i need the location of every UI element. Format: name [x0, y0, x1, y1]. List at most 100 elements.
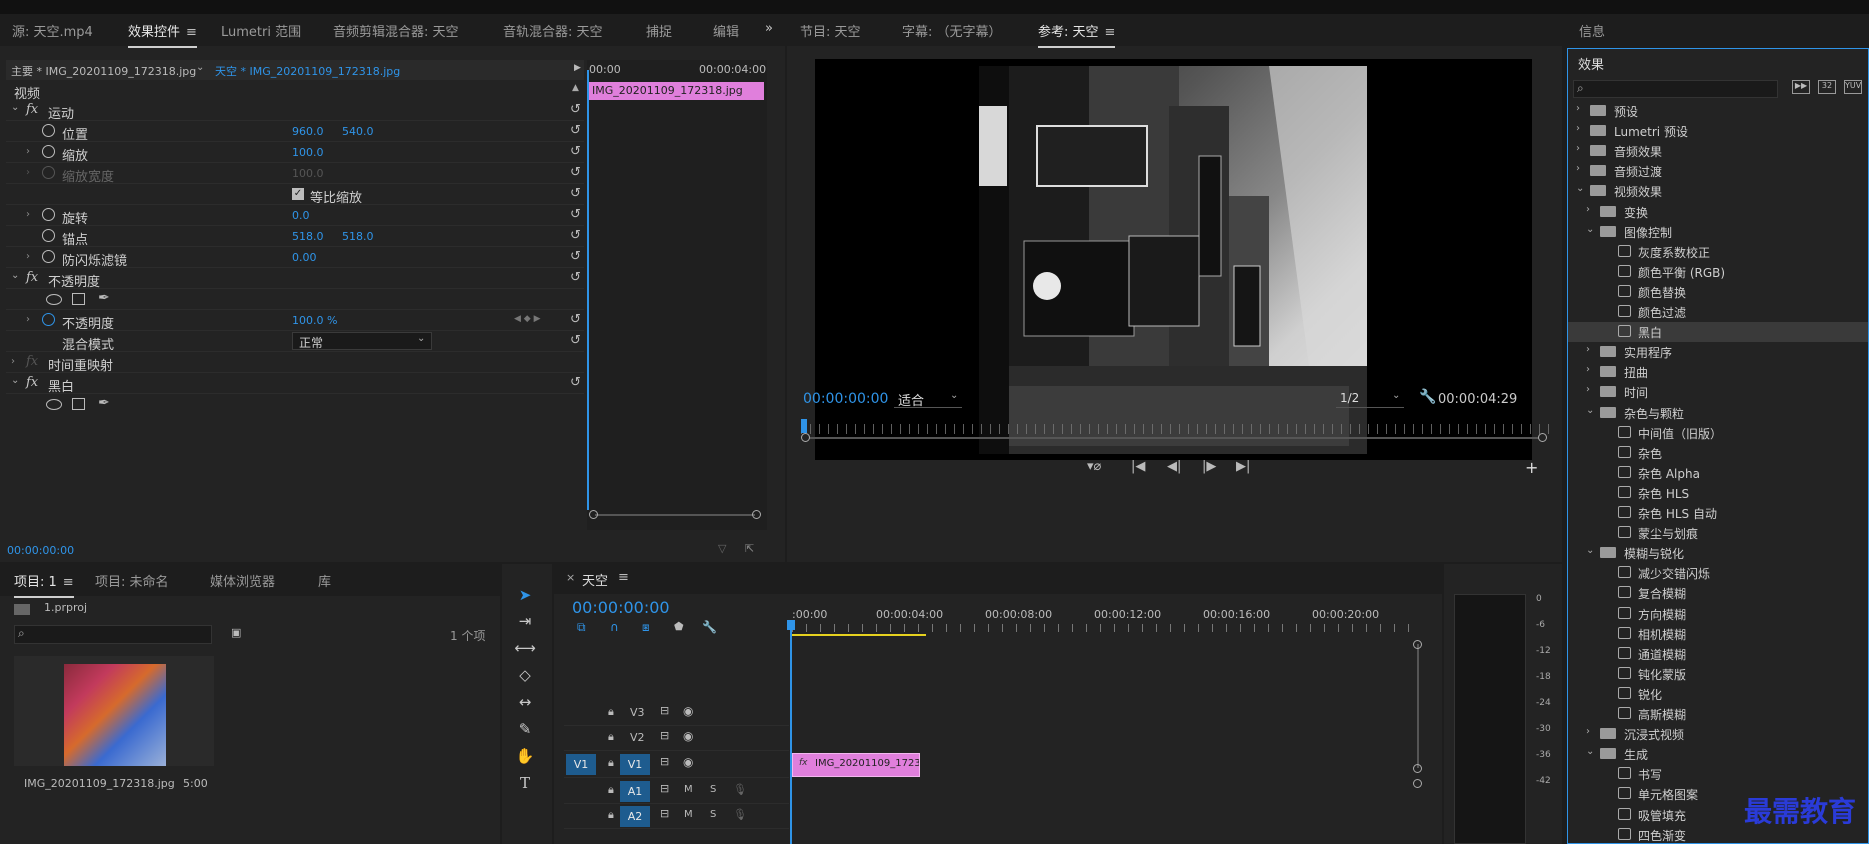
- chevron-right-icon[interactable]: ›: [11, 356, 15, 367]
- opacity-row[interactable]: ⌄ fx 不透明度 ↺: [6, 268, 584, 290]
- timeline-playhead-head[interactable]: [787, 620, 795, 630]
- reset-icon[interactable]: ↺: [570, 103, 584, 117]
- new-search-bin-icon[interactable]: ▣: [231, 626, 241, 639]
- wrench-icon[interactable]: 🔧: [702, 620, 717, 634]
- go-to-in-icon[interactable]: |◀: [1131, 459, 1145, 474]
- tab-effect-controls[interactable]: 效果控件 ≡: [128, 21, 197, 48]
- chevron-right-icon[interactable]: ›: [1586, 364, 1590, 375]
- work-area-bar[interactable]: [792, 634, 926, 636]
- 32bit-effects-icon[interactable]: 32: [1818, 80, 1836, 94]
- reset-icon[interactable]: ↺: [570, 166, 584, 180]
- scale-value[interactable]: 100.0: [292, 146, 324, 159]
- chevron-right-icon[interactable]: ›: [26, 251, 30, 262]
- effects-tree-item[interactable]: 杂色 Alpha: [1568, 463, 1868, 483]
- keyframe-nav-icon[interactable]: ◀ ◆ ▶: [514, 314, 541, 324]
- pen-mask-icon[interactable]: ✒: [98, 290, 110, 306]
- vscroll-handle-bottom[interactable]: [1413, 779, 1422, 788]
- ec-current-timecode[interactable]: 00:00:00:00: [7, 544, 74, 557]
- effects-tree-item[interactable]: 杂色: [1568, 443, 1868, 463]
- project-search-input[interactable]: ⌕: [14, 625, 212, 644]
- effects-tree-folder[interactable]: › 变换: [1568, 202, 1868, 222]
- fx-badge-icon[interactable]: fx: [26, 375, 38, 390]
- step-back-icon[interactable]: ◀|: [1167, 459, 1181, 474]
- rectangle-mask-icon[interactable]: [72, 398, 85, 410]
- track-select-tool-icon[interactable]: ⇥: [514, 610, 536, 632]
- position-x-value[interactable]: 960.0: [292, 125, 324, 138]
- reset-icon[interactable]: ↺: [570, 229, 584, 243]
- reset-icon[interactable]: ↺: [570, 124, 584, 138]
- export-icon[interactable]: ⇱: [745, 542, 754, 555]
- sync-lock-icon[interactable]: ⊟: [660, 807, 669, 820]
- timeline-playhead[interactable]: [790, 622, 792, 844]
- opacity-value[interactable]: 100.0 %: [292, 314, 337, 327]
- lock-icon[interactable]: 🔒︎: [608, 756, 614, 770]
- program-playhead[interactable]: [801, 419, 807, 433]
- effects-tree-item[interactable]: 杂色 HLS 自动: [1568, 503, 1868, 523]
- chevron-down-icon[interactable]: ⌄: [11, 375, 19, 386]
- zoom-handle-left[interactable]: [801, 433, 810, 442]
- effects-search-input[interactable]: ⌕: [1573, 80, 1778, 98]
- add-marker-icon[interactable]: ▾⌀: [1087, 459, 1101, 474]
- lock-icon[interactable]: 🔒︎: [608, 783, 614, 797]
- tab-source[interactable]: 源: 天空.mp4: [12, 21, 93, 40]
- chevron-right-icon[interactable]: ›: [1576, 163, 1580, 174]
- tab-project[interactable]: 项目: 1 ≡: [14, 571, 74, 598]
- blend-mode-select[interactable]: 正常 ⌄: [292, 332, 432, 350]
- effects-tree-item[interactable]: 中间值（旧版）: [1568, 423, 1868, 443]
- chevron-right-icon[interactable]: ›: [1576, 103, 1580, 114]
- eye-icon[interactable]: ◉: [683, 704, 693, 718]
- zoom-handle-right[interactable]: [1538, 433, 1547, 442]
- effects-tree-folder[interactable]: › Lumetri 预设: [1568, 121, 1868, 141]
- effects-tree-item[interactable]: 钝化蒙版: [1568, 664, 1868, 684]
- sync-lock-icon[interactable]: ⊟: [660, 782, 669, 795]
- sequence-clip-label[interactable]: 天空 * IMG_20201109_172318.jpg: [215, 63, 400, 79]
- reset-icon[interactable]: ↺: [570, 208, 584, 222]
- scroll-up-icon[interactable]: ▲: [572, 83, 579, 93]
- effects-tree-item[interactable]: 复合模糊: [1568, 583, 1868, 603]
- tab-captions[interactable]: 字幕: （无字幕）: [902, 21, 1002, 40]
- tab-program[interactable]: 节目: 天空: [800, 21, 861, 40]
- effects-tree-item[interactable]: 减少交错闪烁: [1568, 563, 1868, 583]
- effects-tree-item[interactable]: 颜色平衡 (RGB): [1568, 262, 1868, 282]
- effects-tree-folder[interactable]: › 预设: [1568, 101, 1868, 121]
- effects-tree-folder[interactable]: › 实用程序: [1568, 342, 1868, 362]
- timeline-timecode[interactable]: 00:00:00:00: [572, 598, 670, 617]
- lock-icon[interactable]: 🔒︎: [608, 808, 614, 822]
- chevron-right-icon[interactable]: ›: [1586, 726, 1590, 737]
- chevron-down-icon[interactable]: ⌄: [196, 62, 204, 73]
- vscroll-handle-top[interactable]: [1413, 640, 1422, 649]
- anchor-y-value[interactable]: 518.0: [342, 230, 374, 243]
- tab-media-browser[interactable]: 媒体浏览器: [210, 571, 275, 590]
- sync-lock-icon[interactable]: ⊟: [660, 704, 669, 717]
- add-button-icon[interactable]: +: [1525, 458, 1538, 477]
- tab-project-untitled[interactable]: 项目: 未命名: [95, 571, 169, 590]
- bw-effect-row[interactable]: ⌄ fx 黑白 ↺: [6, 373, 584, 395]
- tab-menu-icon[interactable]: ≡: [618, 570, 629, 585]
- effects-tree-folder[interactable]: ⌄ 视频效果: [1568, 181, 1868, 201]
- ec-zoom-handle-left[interactable]: [589, 510, 598, 519]
- chevron-right-icon[interactable]: ›: [1586, 384, 1590, 395]
- sequence-tab-label[interactable]: 天空: [582, 570, 608, 589]
- tab-menu-icon[interactable]: ≡: [63, 575, 74, 590]
- track-v1-target[interactable]: V1: [620, 754, 650, 775]
- chevron-right-icon[interactable]: ›: [26, 209, 30, 220]
- chevron-right-icon[interactable]: ›: [1576, 123, 1580, 134]
- reset-icon[interactable]: ↺: [570, 187, 584, 201]
- ec-zoom-handle-right[interactable]: [752, 510, 761, 519]
- reset-icon[interactable]: ↺: [570, 313, 584, 327]
- effects-tree-item[interactable]: 蒙尘与划痕: [1568, 523, 1868, 543]
- ripple-edit-tool-icon[interactable]: ⟷: [514, 637, 536, 659]
- selection-tool-icon[interactable]: ➤: [514, 584, 536, 606]
- accelerated-effects-icon[interactable]: ▶▶: [1792, 80, 1810, 94]
- step-forward-icon[interactable]: |▶: [1202, 459, 1216, 474]
- effects-tree-folder[interactable]: › 沉浸式视频: [1568, 724, 1868, 744]
- pen-tool-icon[interactable]: ✎: [514, 718, 536, 740]
- chevron-right-icon[interactable]: ›: [1586, 204, 1590, 215]
- tab-audio-clip-mixer[interactable]: 音频剪辑混合器: 天空: [333, 21, 459, 40]
- lock-icon[interactable]: 🔒︎: [608, 705, 614, 719]
- linked-selection-icon[interactable]: ∩: [610, 620, 619, 634]
- chevron-down-icon[interactable]: ⌄: [1586, 405, 1594, 416]
- effects-tree-folder[interactable]: › 扭曲: [1568, 362, 1868, 382]
- uniform-scale-checkbox[interactable]: ✓: [292, 188, 304, 200]
- tab-info[interactable]: 信息: [1579, 21, 1605, 40]
